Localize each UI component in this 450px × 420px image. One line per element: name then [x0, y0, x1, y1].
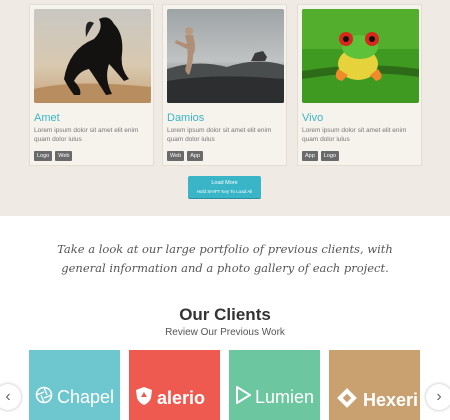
client-logo-lumien[interactable]: Lumien	[229, 350, 320, 420]
shield-icon	[135, 386, 153, 411]
portfolio-card[interactable]: Damios Lorem ipsum dolor sit amet elit e…	[162, 4, 287, 166]
client-logo-alerio[interactable]: alerio	[129, 350, 220, 420]
portfolio-description: Lorem ipsum dolor sit amet elit enim qua…	[167, 127, 272, 143]
tag-badge[interactable]: Logo	[320, 151, 340, 161]
tag-list: Logo Web	[34, 151, 73, 161]
load-more-button[interactable]: Load More Hold SHIFT Key To Load All	[188, 176, 261, 198]
client-logo-chapel[interactable]: Chapel	[29, 350, 120, 420]
portfolio-tagline: Take a look at our large portfolio of pr…	[57, 242, 393, 275]
portfolio-image-woman[interactable]	[167, 9, 284, 103]
portfolio-description: Lorem ipsum dolor sit amet elit enim qua…	[34, 127, 139, 143]
chevron-right-icon: ›	[436, 388, 442, 405]
clients-heading: Our Clients	[179, 305, 271, 324]
load-more-label: Load More	[211, 180, 238, 186]
portfolio-image-horse[interactable]	[34, 9, 151, 103]
client-name: alerio	[157, 388, 206, 408]
diamond-icon	[335, 386, 359, 415]
portfolio-image-frog[interactable]	[302, 9, 419, 103]
carousel-next-button[interactable]: ›	[426, 384, 450, 410]
client-name: Hexeri	[363, 390, 419, 410]
portfolio-title[interactable]: Vivo	[302, 112, 323, 124]
portfolio-card[interactable]: Amet Lorem ipsum dolor sit amet elit eni…	[29, 4, 154, 166]
aperture-icon	[35, 386, 53, 409]
tag-badge[interactable]: App	[302, 151, 318, 161]
play-icon	[235, 385, 252, 409]
tag-badge[interactable]: Web	[55, 151, 73, 161]
tag-list: App Logo	[302, 151, 340, 161]
portfolio-title[interactable]: Amet	[34, 112, 60, 124]
portfolio-card[interactable]: Vivo Lorem ipsum dolor sit amet elit eni…	[297, 4, 422, 166]
tag-badge[interactable]: Web	[167, 151, 185, 161]
tag-badge[interactable]: App	[187, 151, 204, 161]
portfolio-section: Amet Lorem ipsum dolor sit amet elit eni…	[0, 0, 450, 216]
carousel-prev-button[interactable]: ‹	[0, 384, 21, 410]
clients-subheading: Review Our Previous Work	[165, 327, 285, 338]
portfolio-description: Lorem ipsum dolor sit amet elit enim qua…	[302, 127, 407, 143]
client-logo-hexeri[interactable]: Hexeri	[329, 350, 420, 420]
tag-list: Web App	[167, 151, 204, 161]
client-name: Chapel	[57, 387, 115, 407]
client-name: Lumien	[255, 387, 315, 407]
load-more-hint: Hold SHIFT Key To Load All	[196, 189, 253, 194]
portfolio-title[interactable]: Damios	[167, 112, 204, 124]
chevron-left-icon: ‹	[5, 388, 11, 405]
tag-badge[interactable]: Logo	[34, 151, 53, 161]
